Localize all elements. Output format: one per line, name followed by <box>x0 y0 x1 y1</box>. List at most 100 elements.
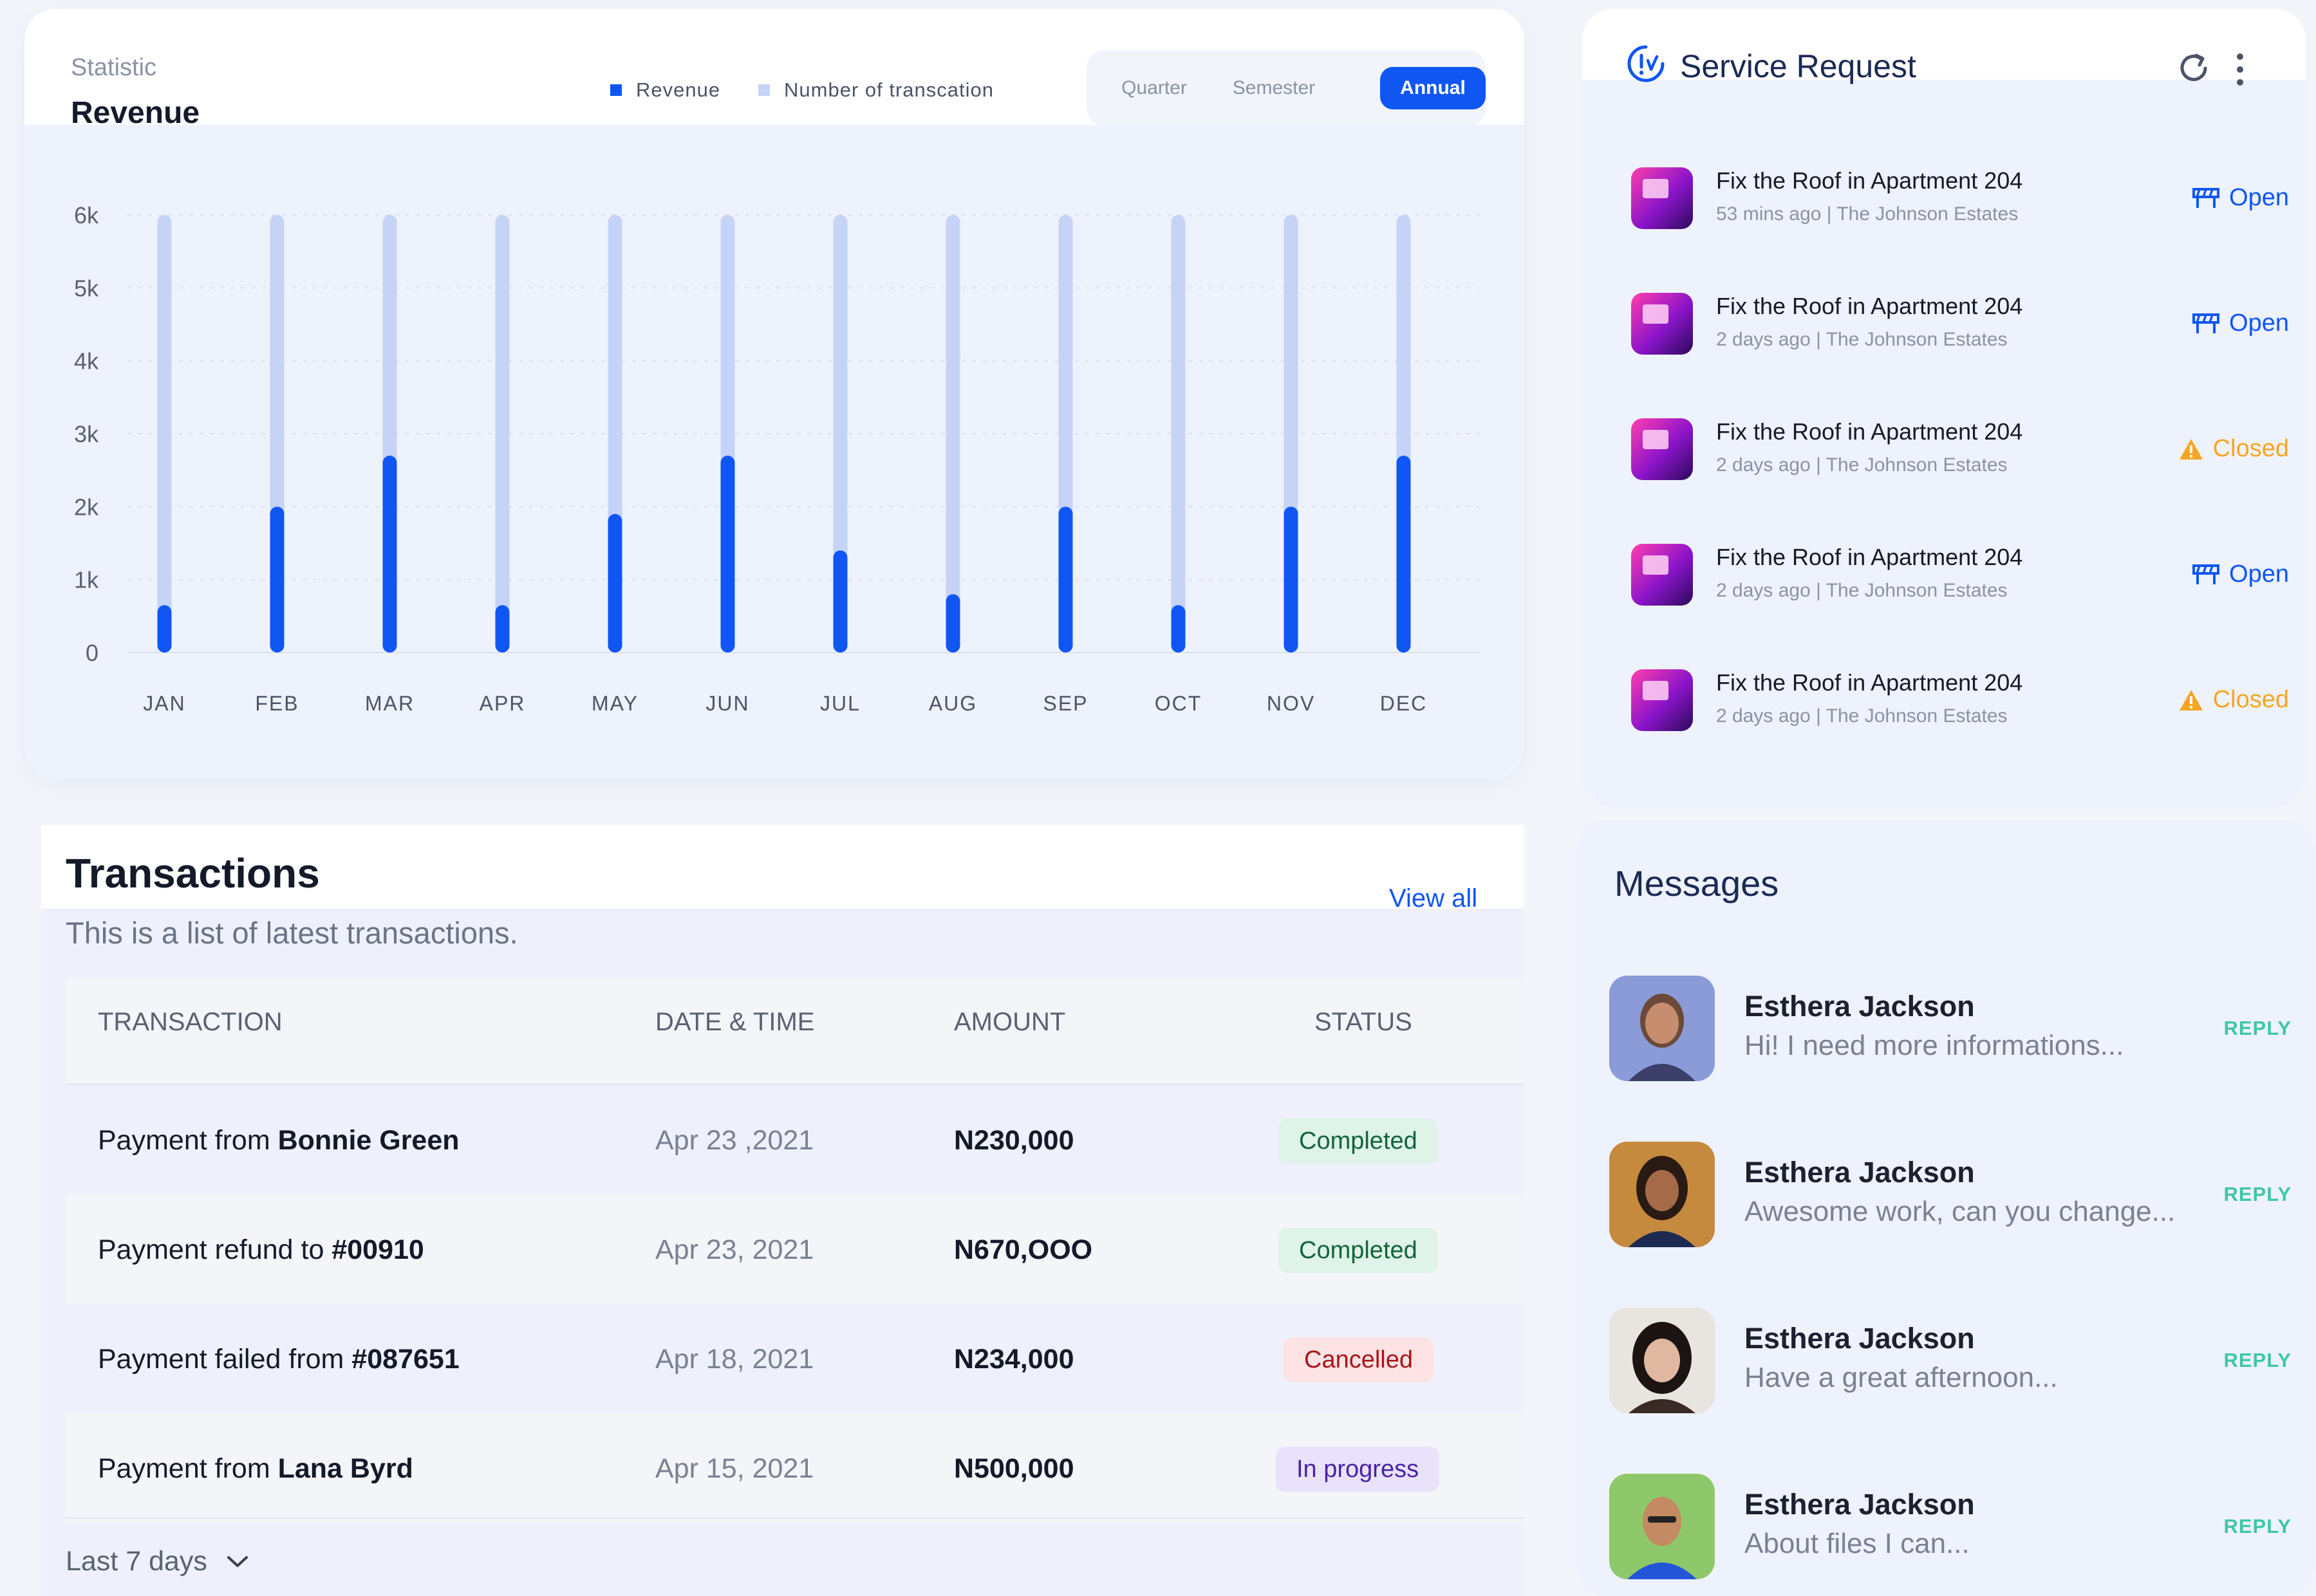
table-row[interactable]: Payment from Bonnie Green Apr 23 ,2021 N… <box>66 1085 1524 1194</box>
bar-revenue <box>1396 456 1411 653</box>
bar-revenue <box>946 594 960 653</box>
x-tick-label: JUL <box>820 692 861 715</box>
legend-swatch-revenue <box>610 84 622 96</box>
status-badge: Completed <box>1278 1118 1438 1164</box>
legend-revenue: Revenue <box>610 79 720 102</box>
list-item[interactable]: Esthera Jackson Have a great afternoon..… <box>1609 1308 2292 1424</box>
bar-revenue <box>1171 605 1186 653</box>
more-options-icon[interactable] <box>2234 51 2246 88</box>
column-header-transaction: TRANSACTION <box>98 1008 283 1036</box>
x-tick-label: FEB <box>255 692 299 715</box>
table-divider <box>66 1517 1524 1519</box>
x-tick-label: DEC <box>1380 692 1428 715</box>
view-all-link[interactable]: View all <box>1389 884 1477 913</box>
y-tick-label: 4k <box>74 348 99 375</box>
bar-transactions <box>946 215 960 653</box>
list-item[interactable]: Fix the Roof in Apartment 204 53 mins ag… <box>1607 158 2289 236</box>
list-item[interactable]: Fix the Roof in Apartment 204 2 days ago… <box>1607 409 2289 487</box>
avatar <box>1609 1142 1715 1247</box>
bar-revenue <box>720 456 735 653</box>
barrier-icon <box>2192 187 2220 208</box>
request-meta: 2 days ago | The Johnson Estates <box>1716 705 2008 727</box>
request-title: Fix the Roof in Apartment 204 <box>1716 669 2023 696</box>
refresh-icon[interactable] <box>2174 49 2213 88</box>
chevron-down-icon <box>227 1555 248 1567</box>
transaction-description: Payment from Lana Byrd <box>98 1453 413 1484</box>
column-header-date: DATE & TIME <box>655 1008 815 1036</box>
list-item[interactable]: Esthera Jackson Hi! I need more informat… <box>1609 976 2292 1091</box>
request-title: Fix the Roof in Apartment 204 <box>1716 418 2023 445</box>
request-thumbnail <box>1631 167 1693 229</box>
request-meta: 53 mins ago | The Johnson Estates <box>1716 203 2019 225</box>
y-tick-label: 1k <box>74 567 99 593</box>
bar-transactions <box>1171 215 1186 653</box>
y-tick-label: 3k <box>74 421 99 447</box>
table-row[interactable]: Payment failed from #087651 Apr 18, 2021… <box>66 1304 1524 1413</box>
column-header-status: STATUS <box>1314 1008 1412 1036</box>
bar-revenue <box>833 550 848 653</box>
sender-name: Esthera Jackson <box>1744 1156 1975 1189</box>
transaction-date: Apr 23, 2021 <box>655 1234 814 1265</box>
list-item[interactable]: Esthera Jackson About files I can... REP… <box>1609 1474 2292 1590</box>
reply-button[interactable]: REPLY <box>2223 1349 2292 1372</box>
transaction-description: Payment from Bonnie Green <box>98 1125 460 1156</box>
list-item[interactable]: Fix the Roof in Apartment 204 2 days ago… <box>1607 660 2289 738</box>
table-row[interactable]: Payment from Lana Byrd Apr 15, 2021 N500… <box>66 1413 1524 1523</box>
period-quarter-button[interactable]: Quarter <box>1099 67 1209 109</box>
message-preview: Awesome work, can you change... <box>1744 1196 2176 1227</box>
statistic-label: Statistic <box>71 54 157 81</box>
x-tick-label: JUN <box>705 692 749 715</box>
transaction-date: Apr 15, 2021 <box>655 1453 814 1484</box>
messages-title: Messages <box>1614 863 1779 904</box>
x-tick-label: SEP <box>1043 692 1088 715</box>
revenue-chart: 0 1k 2k 3k 4k 5k 6k JAN FEB MAR APR MAY JUN JUL AUG SEP… <box>74 202 1479 715</box>
transactions-title: Transactions <box>66 850 320 896</box>
bar-revenue <box>270 506 285 653</box>
sender-name: Esthera Jackson <box>1744 1488 1975 1521</box>
x-tick-label: MAY <box>592 692 639 715</box>
transaction-amount: N230,000 <box>954 1125 1074 1156</box>
barrier-icon <box>2192 313 2220 333</box>
bar-transactions <box>157 215 172 653</box>
status-badge: Open <box>2192 561 2289 588</box>
list-item[interactable]: Fix the Roof in Apartment 204 2 days ago… <box>1607 284 2289 361</box>
table-header: TRANSACTION DATE & TIME AMOUNT STATUS <box>66 978 1524 1084</box>
warning-icon <box>2179 689 2203 710</box>
reply-button[interactable]: REPLY <box>2223 1017 2292 1040</box>
statistic-card: Statistic Revenue Revenue Number of tran… <box>24 9 1524 779</box>
reply-button[interactable]: REPLY <box>2223 1515 2292 1538</box>
avatar <box>1609 1474 1715 1579</box>
period-toggle: Quarter Semester Annual <box>1087 50 1486 126</box>
sender-name: Esthera Jackson <box>1744 990 1975 1023</box>
list-item[interactable]: Esthera Jackson Awesome work, can you ch… <box>1609 1142 2292 1257</box>
period-semester-button[interactable]: Semester <box>1219 67 1329 109</box>
y-tick-label: 0 <box>86 640 98 666</box>
x-tick-label: MAR <box>365 692 415 715</box>
period-annual-button[interactable]: Annual <box>1380 67 1486 109</box>
status-badge: Cancelled <box>1284 1337 1433 1382</box>
request-thumbnail <box>1631 293 1693 355</box>
request-thumbnail <box>1631 544 1693 606</box>
statistic-title: Revenue <box>71 96 200 130</box>
reply-button[interactable]: REPLY <box>2223 1183 2292 1206</box>
y-tick-label: 6k <box>74 202 99 228</box>
transaction-amount: N670,OOO <box>954 1234 1093 1265</box>
status-badge: In progress <box>1276 1447 1440 1492</box>
status-badge: Closed <box>2178 686 2289 714</box>
request-title: Fix the Roof in Apartment 204 <box>1716 293 2023 319</box>
bar-transactions <box>495 215 510 653</box>
x-tick-label: OCT <box>1155 692 1202 715</box>
date-range-select[interactable]: Last 7 days <box>66 1546 248 1577</box>
table-row[interactable]: Payment refund to #00910 Apr 23, 2021 N6… <box>66 1194 1524 1304</box>
request-title: Fix the Roof in Apartment 204 <box>1716 167 2023 194</box>
message-preview: Hi! I need more informations... <box>1744 1030 2124 1061</box>
list-item[interactable]: Fix the Roof in Apartment 204 2 days ago… <box>1607 535 2289 612</box>
legend-label-transactions: Number of transcation <box>784 79 994 101</box>
sender-name: Esthera Jackson <box>1744 1322 1975 1355</box>
bar-revenue <box>608 514 622 653</box>
request-thumbnail <box>1631 418 1693 480</box>
x-tick-label: JAN <box>143 692 185 715</box>
x-tick-label: APR <box>480 692 526 715</box>
request-title: Fix the Roof in Apartment 204 <box>1716 544 2023 570</box>
status-badge: Closed <box>2178 435 2289 463</box>
